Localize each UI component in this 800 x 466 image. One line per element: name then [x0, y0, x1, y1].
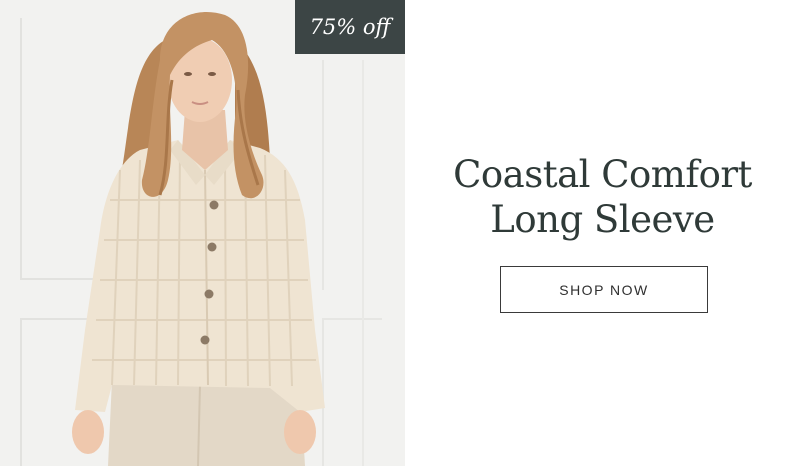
promo-panel: Coastal Comfort Long Sleeve SHOP NOW	[405, 0, 800, 466]
discount-badge: 75% off	[295, 0, 405, 54]
product-title: Coastal Comfort Long Sleeve	[405, 152, 800, 242]
product-title-line-2: Long Sleeve	[490, 198, 715, 241]
product-title-line-1: Coastal Comfort	[453, 153, 752, 196]
model-wearing-shirt-illustration	[0, 0, 405, 466]
product-photo[interactable]	[0, 0, 405, 466]
shop-now-button[interactable]: SHOP NOW	[500, 266, 708, 313]
